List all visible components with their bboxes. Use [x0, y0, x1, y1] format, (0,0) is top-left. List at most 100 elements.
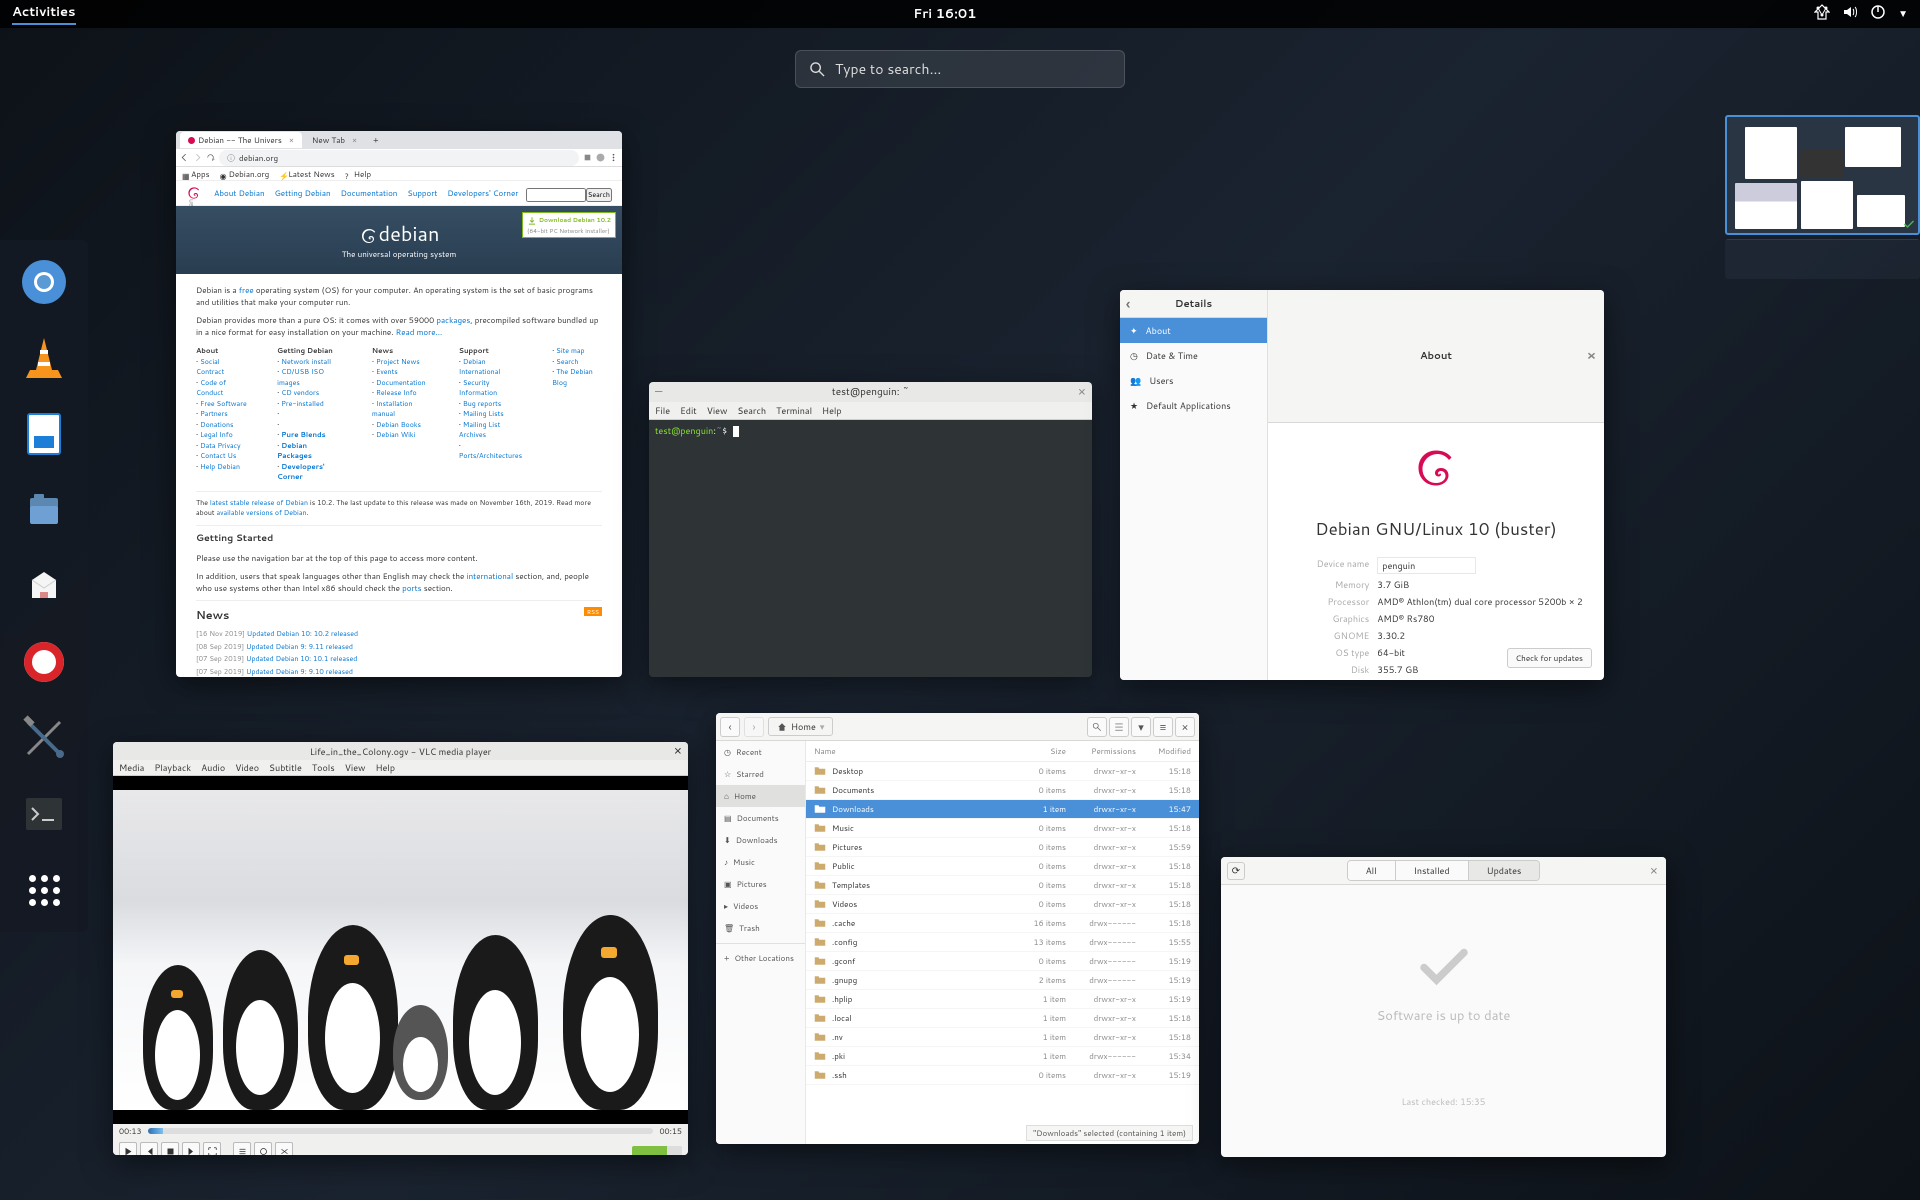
- activities-search[interactable]: Type to search...: [795, 50, 1125, 88]
- sitemap-link[interactable]: Bug reports: [463, 399, 501, 409]
- sitemap-link[interactable]: Debian International: [459, 357, 501, 378]
- fullscreen-button[interactable]: [203, 1142, 221, 1155]
- sidebar-item-trash[interactable]: 🗑Trash: [716, 917, 805, 939]
- sitemap-link[interactable]: Social Contract: [196, 357, 224, 378]
- window-vlc[interactable]: Life_in_the_Colony.ogv - VLC media playe…: [113, 742, 688, 1155]
- dock-vlc[interactable]: [16, 330, 72, 386]
- dock-show-apps[interactable]: [16, 862, 72, 918]
- window-software[interactable]: ⟳ AllInstalledUpdates × Software is up t…: [1221, 857, 1666, 1157]
- sitemap-link[interactable]: Debian Wiki: [376, 430, 415, 440]
- volume-icon[interactable]: [1842, 4, 1858, 25]
- view-list-button[interactable]: [1109, 717, 1129, 737]
- tab-installed[interactable]: Installed: [1396, 861, 1469, 880]
- tab-close-icon[interactable]: ×: [352, 134, 357, 146]
- file-row-dot-cache[interactable]: .cache16 itemsdrwx------15:18: [806, 914, 1199, 933]
- hamburger-button[interactable]: ≡: [1153, 717, 1173, 737]
- dock-software[interactable]: [16, 558, 72, 614]
- refresh-button[interactable]: ⟳: [1227, 862, 1245, 880]
- back-icon[interactable]: ‹: [1126, 294, 1130, 314]
- sitemap-link[interactable]: Events: [376, 367, 398, 377]
- file-row-templates[interactable]: Templates0 itemsdrwxr-xr-x15:18: [806, 876, 1199, 895]
- workspace-1[interactable]: [1725, 115, 1920, 235]
- browser-tab-new[interactable]: New Tab×: [304, 132, 365, 148]
- minimize-icon[interactable]: –: [655, 383, 662, 401]
- extension-icon[interactable]: [583, 153, 592, 162]
- site-search-input[interactable]: [526, 188, 586, 202]
- link-international[interactable]: international: [467, 570, 514, 582]
- sitemap-link[interactable]: Release Info: [376, 388, 417, 398]
- bookmark-latest-news[interactable]: ⚡Latest News: [279, 168, 334, 180]
- dock-writer[interactable]: [16, 406, 72, 462]
- sitemap-link[interactable]: Documentation: [376, 378, 426, 388]
- terminal-output[interactable]: test@penguin:~$: [649, 420, 1092, 441]
- link-packages[interactable]: packages: [436, 314, 470, 326]
- file-row-dot-pki[interactable]: .pki1 itemdrwx------15:34: [806, 1047, 1199, 1066]
- file-row-desktop[interactable]: Desktop0 itemsdrwxr-xr-x15:18: [806, 762, 1199, 781]
- menu-view[interactable]: View: [707, 404, 728, 417]
- file-row-videos[interactable]: Videos0 itemsdrwxr-xr-x15:18: [806, 895, 1199, 914]
- link-ports[interactable]: ports: [402, 582, 421, 594]
- menu-playback[interactable]: Playback: [154, 761, 191, 774]
- sidebar-item-recent[interactable]: ◷Recent: [716, 741, 805, 763]
- stop-button[interactable]: [161, 1142, 179, 1155]
- file-row-public[interactable]: Public0 itemsdrwxr-xr-x15:18: [806, 857, 1199, 876]
- rss-badge[interactable]: RSS: [584, 607, 602, 616]
- dock-settings[interactable]: [16, 710, 72, 766]
- site-search-button[interactable]: Search: [586, 188, 612, 202]
- file-row-pictures[interactable]: Pictures0 itemsdrwxr-xr-x15:59: [806, 838, 1199, 857]
- clock[interactable]: Fri 16:01: [913, 5, 976, 23]
- dock-terminal[interactable]: [16, 786, 72, 842]
- sidebar-item-pictures[interactable]: ▣Pictures: [716, 873, 805, 895]
- dock-chromium[interactable]: [16, 254, 72, 310]
- settings-nav-users[interactable]: 👥Users: [1120, 368, 1267, 393]
- sitemap-link[interactable]: Mailing Lists: [463, 409, 504, 419]
- file-row-music[interactable]: Music0 itemsdrwxr-xr-x15:18: [806, 819, 1199, 838]
- nav-link-support[interactable]: Support: [407, 187, 437, 199]
- browser-tab-debian[interactable]: Debian -- The Univers×: [180, 132, 302, 148]
- path-bar[interactable]: Home▾: [768, 717, 833, 736]
- sidebar-item-videos[interactable]: ▸Videos: [716, 895, 805, 917]
- tab-updates[interactable]: Updates: [1469, 861, 1540, 880]
- power-icon[interactable]: [1870, 4, 1886, 25]
- tab-close-icon[interactable]: ×: [289, 134, 294, 146]
- sitemap-link[interactable]: Ports/Architectures: [459, 451, 522, 461]
- bookmark-apps[interactable]: ▦Apps: [182, 168, 210, 180]
- settings-nav-datetime[interactable]: ◷Date & Time: [1120, 343, 1267, 368]
- back-icon[interactable]: [180, 153, 189, 162]
- volume-slider[interactable]: [632, 1146, 682, 1155]
- sidebar-item-starred[interactable]: ☆Starred: [716, 763, 805, 785]
- menu-tools[interactable]: Tools: [312, 761, 335, 774]
- forward-icon[interactable]: [193, 153, 202, 162]
- menu-view[interactable]: View: [345, 761, 366, 774]
- video-area[interactable]: [113, 790, 688, 1110]
- sitemap-link[interactable]: Code of Conduct: [196, 378, 226, 399]
- tab-all[interactable]: All: [1348, 861, 1396, 880]
- column-headers[interactable]: NameSizePermissionsModified: [806, 741, 1199, 762]
- sitemap-link[interactable]: CD vendors: [281, 388, 319, 398]
- dock-help[interactable]: [16, 634, 72, 690]
- sidebar-item-documents[interactable]: ▤Documents: [716, 807, 805, 829]
- back-button[interactable]: ‹: [720, 717, 740, 737]
- bookmark-debian-org[interactable]: ◉Debian.org: [220, 168, 270, 180]
- download-badge[interactable]: Download Debian 10.2(64-bit PC Network i…: [522, 212, 616, 238]
- workspace-2[interactable]: [1725, 239, 1920, 279]
- sitemap-link[interactable]: Debian Packages: [277, 441, 312, 462]
- play-button[interactable]: [119, 1142, 137, 1155]
- sitemap-link[interactable]: Donations: [200, 420, 233, 430]
- menu-help[interactable]: Help: [375, 761, 395, 774]
- sitemap-link[interactable]: Partners: [200, 409, 228, 419]
- new-tab-button[interactable]: +: [367, 134, 384, 146]
- playlist-button[interactable]: [233, 1142, 251, 1155]
- close-icon[interactable]: ×: [674, 742, 682, 760]
- nav-link-about-debian[interactable]: About Debian: [214, 187, 265, 199]
- menu-help[interactable]: Help: [822, 404, 842, 417]
- menu-video[interactable]: Video: [235, 761, 259, 774]
- sitemap-link[interactable]: Free Software: [200, 399, 247, 409]
- sitemap-link[interactable]: Network install: [281, 357, 331, 367]
- check-updates-button[interactable]: Check for updates: [1507, 648, 1592, 668]
- search-button[interactable]: [1087, 717, 1107, 737]
- view-dropdown-button[interactable]: ▾: [1131, 717, 1151, 737]
- sidebar-item-music[interactable]: ♪Music: [716, 851, 805, 873]
- menu-media[interactable]: Media: [119, 761, 144, 774]
- sitemap-link[interactable]: Mailing List Archives: [459, 420, 500, 441]
